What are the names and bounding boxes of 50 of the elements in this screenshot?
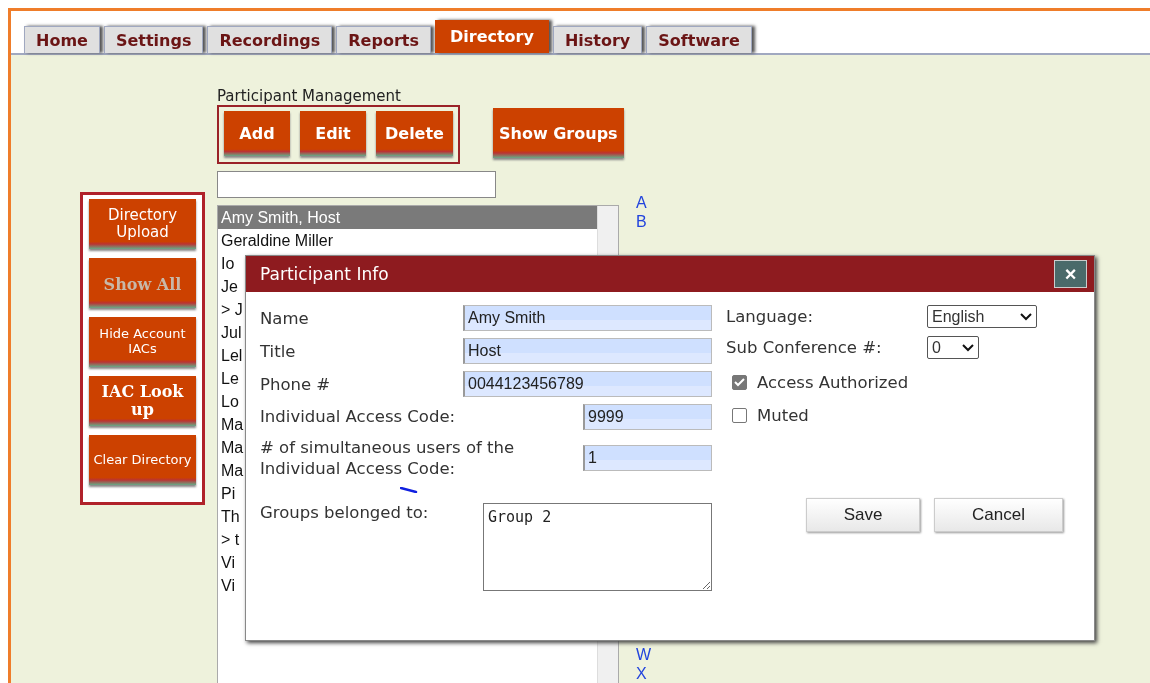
checkbox[interactable] bbox=[732, 408, 747, 423]
groups-field[interactable]: Group 2 bbox=[483, 502, 712, 591]
field-label: Sub Conference #: bbox=[726, 338, 882, 357]
dropdown[interactable]: 0 bbox=[927, 336, 979, 359]
show-groups-button[interactable]: Show Groups bbox=[492, 108, 624, 158]
dialog-title: Participant Info bbox=[260, 264, 389, 284]
action-button[interactable]: Delete bbox=[376, 111, 453, 156]
index-link[interactable]: B bbox=[636, 212, 652, 231]
action-button[interactable]: Add bbox=[224, 111, 290, 156]
side-button[interactable]: Hide Account IACs bbox=[89, 317, 196, 367]
side-button[interactable]: Clear Directory bbox=[89, 435, 196, 485]
tab[interactable]: Directory bbox=[434, 20, 549, 53]
list-item[interactable]: Amy Smith, Host bbox=[218, 206, 597, 229]
tab[interactable]: Software bbox=[646, 26, 752, 53]
chevron-icon bbox=[962, 343, 974, 352]
chevron-icon bbox=[1020, 312, 1032, 321]
field-label: Name bbox=[260, 308, 309, 328]
close-button[interactable]: × bbox=[1054, 260, 1087, 288]
input-field[interactable]: Amy Smith bbox=[463, 305, 712, 331]
field-label: # of simultaneous users of the Individual Access Code: bbox=[260, 437, 516, 480]
index-link[interactable]: A bbox=[636, 193, 652, 212]
field-label: Phone # bbox=[260, 374, 331, 394]
field-label: Title bbox=[260, 341, 296, 361]
search-field[interactable] bbox=[217, 171, 496, 198]
checkbox-label: Muted bbox=[757, 406, 809, 425]
tab[interactable]: Reports bbox=[336, 26, 431, 53]
field-label: Language: bbox=[726, 307, 813, 326]
side-button[interactable]: Directory Upload bbox=[89, 199, 196, 249]
input-field[interactable]: Host bbox=[463, 338, 712, 364]
dialog-button[interactable]: Save bbox=[806, 498, 920, 532]
pen-mark bbox=[400, 486, 418, 493]
section-title: Participant Management bbox=[217, 87, 402, 105]
input-field[interactable]: 1 bbox=[583, 445, 712, 472]
tab[interactable]: History bbox=[552, 26, 643, 53]
tab[interactable]: Home bbox=[24, 26, 100, 53]
side-button[interactable]: IAC Look up bbox=[89, 376, 196, 426]
checkbox-label: Access Authorized bbox=[757, 373, 909, 392]
action-button[interactable]: Edit bbox=[300, 111, 366, 156]
dialog-button[interactable]: Cancel bbox=[934, 498, 1063, 532]
dropdown[interactable]: English bbox=[927, 305, 1037, 328]
index-link[interactable]: W bbox=[636, 645, 652, 664]
tab[interactable]: Recordings bbox=[207, 26, 333, 53]
list-item[interactable]: Geraldine Miller bbox=[218, 229, 597, 252]
checkbox[interactable] bbox=[732, 375, 747, 390]
tab[interactable]: Settings bbox=[103, 26, 204, 53]
field-label: Individual Access Code: bbox=[260, 406, 457, 428]
input-field[interactable]: 9999 bbox=[583, 404, 712, 430]
field-label: Groups belonged to: bbox=[260, 502, 429, 524]
index-link[interactable]: X bbox=[636, 664, 652, 683]
input-field[interactable]: 0044123456789 bbox=[463, 371, 712, 397]
